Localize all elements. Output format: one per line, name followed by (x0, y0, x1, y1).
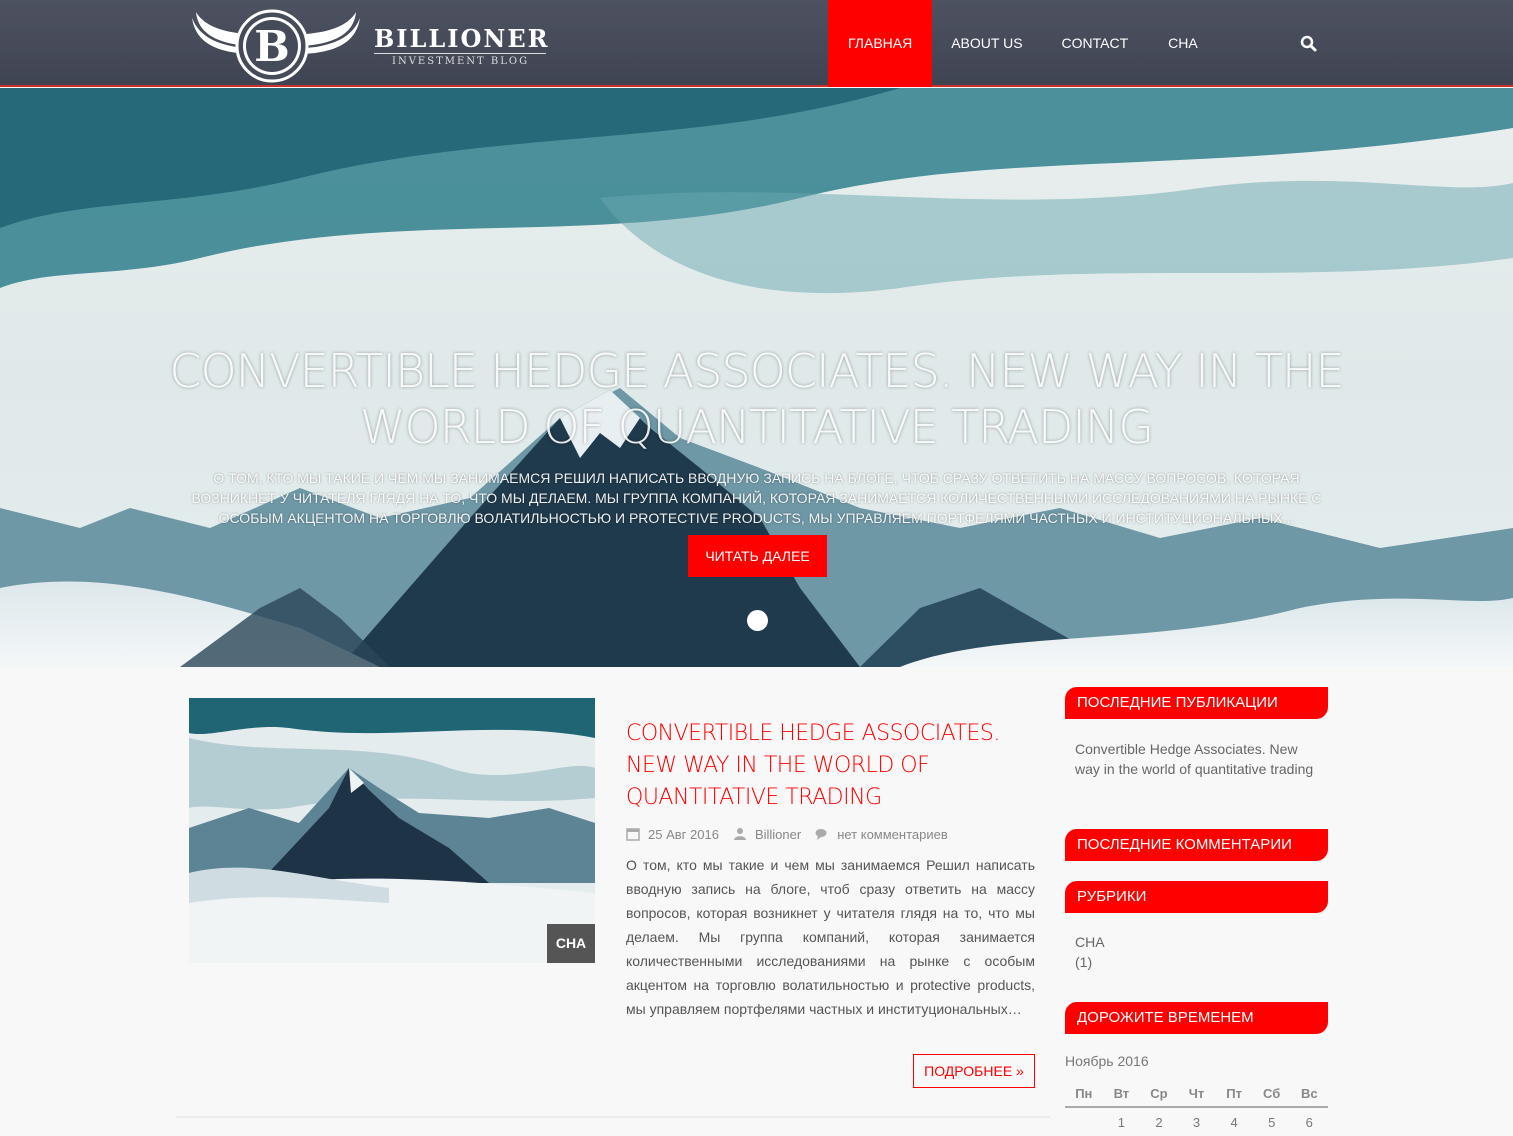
calendar-day: 3 (1192, 1114, 1201, 1130)
calendar-day: 4 (1230, 1114, 1238, 1130)
post-date: 25 Авг 2016 (626, 827, 719, 842)
nav-item-contact[interactable]: CONTACT (1042, 0, 1149, 87)
calendar-day: 2 (1155, 1114, 1163, 1130)
hero-excerpt: О том, кто мы такие и чем мы занимаемся … (191, 470, 1322, 526)
calendar-day: 5 (1268, 1114, 1276, 1130)
post-category-badge[interactable]: CHA (547, 924, 595, 963)
site-logo[interactable]: B BILLIONER INVESTMENT BLOG (188, 4, 548, 84)
calendar-day: 1 (1117, 1114, 1125, 1130)
read-more-button[interactable]: ЧИТАТЬ ДАЛЕЕ (688, 535, 827, 577)
widget-title-calendar: ДОРОЖИТЕ ВРЕМЕНЕМ (1065, 1002, 1328, 1034)
post-more-button[interactable]: ПОДРОБНЕЕ » (913, 1054, 1035, 1088)
search-button[interactable] (1298, 33, 1320, 55)
calendar-table: Пн Вт Ср Чт Пт Сб Вс 1 2 3 4 5 6 (1065, 1080, 1328, 1136)
calendar-day-header: Пт (1226, 1085, 1242, 1101)
logo-letter: B (254, 22, 290, 71)
slider-dot[interactable] (747, 610, 768, 631)
post-author-name[interactable]: Billioner (755, 827, 801, 842)
category-count: (1) (1075, 954, 1093, 970)
category-link-cha[interactable]: CHA (1075, 932, 1105, 952)
calendar-icon (626, 828, 640, 841)
calendar-week-row: 1 2 3 4 5 6 (1065, 1108, 1328, 1136)
post-excerpt: О том, кто мы такие и чем мы занимаемся … (626, 857, 1035, 1017)
nav-item-about[interactable]: ABOUT US (932, 0, 1041, 87)
site-header: B BILLIONER INVESTMENT BLOG ГЛАВНАЯ ABOU… (0, 0, 1513, 87)
hero-title: CONVERTIBLE HEDGE ASSOCIATES. NEW WAY IN… (169, 344, 1344, 454)
nav-item-cha[interactable]: CHA (1148, 0, 1218, 87)
post-author: Billioner (733, 827, 801, 842)
post-title[interactable]: CONVERTIBLE HEDGE ASSOCIATES. NEW WAY IN… (626, 718, 1036, 814)
calendar-header-row: Пн Вт Ср Чт Пт Сб Вс (1065, 1080, 1328, 1108)
widget-title-recent-posts: ПОСЛЕДНИЕ ПУБЛИКАЦИИ (1065, 687, 1328, 719)
logo-divider (374, 53, 546, 54)
calendar-day: 6 (1305, 1114, 1313, 1130)
calendar-day-header: Вс (1300, 1085, 1318, 1101)
post-meta: 25 Авг 2016 Billioner нет комментариев (626, 824, 962, 844)
comments-icon (815, 829, 827, 840)
calendar-caption: Ноябрь 2016 (1065, 1053, 1149, 1069)
calendar-day-header: Сб (1263, 1085, 1281, 1101)
post-comments: нет комментариев (815, 827, 948, 842)
main-nav: ГЛАВНАЯ ABOUT US CONTACT CHA (828, 0, 1218, 87)
search-icon (1300, 35, 1317, 52)
post-date-text: 25 Авг 2016 (648, 826, 719, 842)
brand-tagline: INVESTMENT BLOG (392, 56, 530, 67)
calendar-day-header: Чт (1188, 1085, 1205, 1101)
post-mountain-image (189, 698, 595, 963)
logo-emblem-icon: B (192, 9, 360, 83)
nav-item-home[interactable]: ГЛАВНАЯ (828, 0, 933, 87)
calendar-day-header: Ср (1150, 1085, 1168, 1101)
post-divider (176, 1116, 1050, 1118)
widget-title-recent-comments: ПОСЛЕДНИЕ КОММЕНТАРИИ (1065, 829, 1328, 861)
widget-title-categories: РУБРИКИ (1065, 881, 1328, 913)
user-icon (733, 828, 746, 840)
calendar-day-header: Вт (1113, 1085, 1130, 1101)
recent-post-link[interactable]: Convertible Hedge Associates. New way in… (1075, 739, 1315, 779)
hero-slider: CONVERTIBLE HEDGE ASSOCIATES. NEW WAY IN… (0, 88, 1513, 667)
calendar-day-header: Пн (1075, 1085, 1093, 1101)
brand-name: BILLIONER (374, 24, 550, 53)
post-thumbnail[interactable] (189, 698, 595, 963)
post-comments-text[interactable]: нет комментариев (837, 827, 948, 842)
